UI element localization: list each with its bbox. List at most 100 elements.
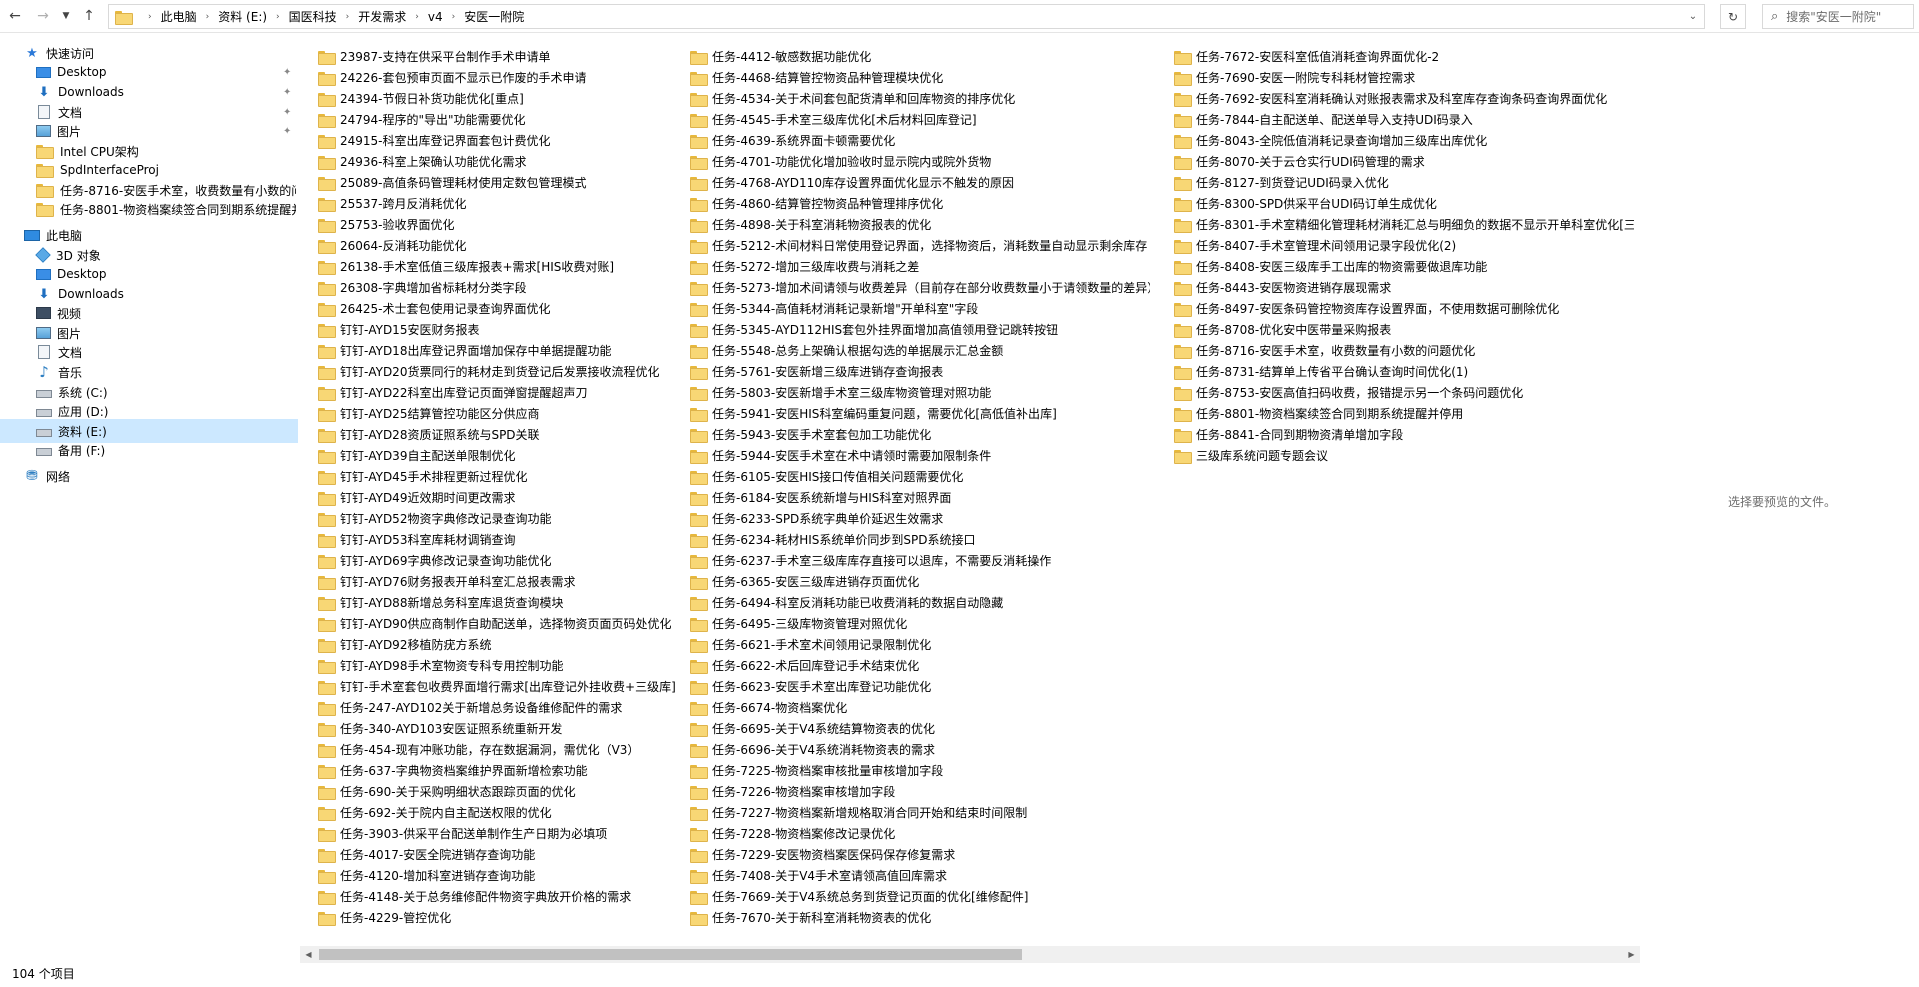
folder-item[interactable]: 三级库系统问题专题会议 xyxy=(1174,445,1328,466)
folder-item[interactable]: 任务-5212-术间材料日常使用登记界面，选择物资后，消耗数量自动显示剩余库存 xyxy=(690,235,1147,256)
folder-item[interactable]: 26425-术士套包使用记录查询界面优化 xyxy=(318,298,551,319)
folder-item[interactable]: 钉钉-AYD69字典修改记录查询功能优化 xyxy=(318,550,551,571)
folder-item[interactable]: 任务-8731-结算单上传省平台确认查询时间优化(1) xyxy=(1174,361,1468,382)
folder-item[interactable]: 25089-高值条码管理耗材使用定数包管理模式 xyxy=(318,172,587,193)
folder-item[interactable]: 钉钉-AYD98手术室物资专科专用控制功能 xyxy=(318,655,563,676)
address-bar[interactable]: › 此电脑 › 资料 (E:) › 国医科技 › 开发需求 › v4 › 安医一附院 ⌄ xyxy=(108,4,1705,29)
folder-item[interactable]: 任务-5944-安医手术室在术中请领时需要加限制条件 xyxy=(690,445,991,466)
folder-item[interactable]: 任务-8497-安医条码管控物资库存设置界面，不使用数据可删除优化 xyxy=(1174,298,1559,319)
folder-item[interactable]: 25537-跨月反消耗优化 xyxy=(318,193,467,214)
folder-item[interactable]: 26138-手术室低值三级库报表+需求[HIS收费对账] xyxy=(318,256,614,277)
folder-item[interactable]: 任务-4468-结算管控物资品种管理模块优化 xyxy=(690,67,943,88)
folder-item[interactable]: 任务-6696-关于V4系统消耗物资表的需求 xyxy=(690,739,935,760)
folder-item[interactable]: 任务-8841-合同到期物资清单增加字段 xyxy=(1174,424,1403,445)
folder-item[interactable]: 任务-4229-管控优化 xyxy=(318,907,451,928)
folder-item[interactable]: 任务-454-现有冲账功能，存在数据漏洞，需优化（V3） xyxy=(318,739,639,760)
breadcrumb-item[interactable]: 安医一附院 xyxy=(464,8,524,25)
sidebar-item[interactable]: 备用 (F:) xyxy=(0,438,298,462)
folder-item[interactable]: 钉钉-手术室套包收费界面增行需求[出库登记外挂收费+三级库] xyxy=(318,676,676,697)
folder-item[interactable]: 钉钉-AYD92移植防疣方系统 xyxy=(318,634,491,655)
folder-item[interactable]: 任务-6237-手术室三级库库存直接可以退库，不需要反消耗操作 xyxy=(690,550,1051,571)
folder-item[interactable]: 任务-6622-术后回库登记手术结束优化 xyxy=(690,655,919,676)
folder-item[interactable]: 任务-247-AYD102关于新增总务设备维修配件的需求 xyxy=(318,697,622,718)
folder-item[interactable]: 任务-690-关于采购明细状态跟踪页面的优化 xyxy=(318,781,576,802)
folder-item[interactable]: 钉钉-AYD20货票同行的耗材走到货登记后发票接收流程优化 xyxy=(318,361,659,382)
folder-item[interactable]: 任务-8443-安医物资进销存展现需求 xyxy=(1174,277,1391,298)
folder-item[interactable]: 任务-4017-安医全院进销存查询功能 xyxy=(318,844,535,865)
folder-item[interactable]: 26064-反消耗功能优化 xyxy=(318,235,467,256)
folder-item[interactable]: 任务-4148-关于总务维修配件物资字典放开价格的需求 xyxy=(318,886,631,907)
folder-item[interactable]: 任务-7692-安医科室消耗确认对账报表需求及科室库存查询条码查询界面优化 xyxy=(1174,88,1607,109)
folder-item[interactable]: 任务-6674-物资档案优化 xyxy=(690,697,847,718)
folder-item[interactable]: 任务-4860-结算管控物资品种管理排序优化 xyxy=(690,193,943,214)
folder-item[interactable]: 任务-637-字典物资档案维护界面新增检索功能 xyxy=(318,760,588,781)
folder-item[interactable]: 任务-6495-三级库物资管理对照优化 xyxy=(690,613,907,634)
folder-item[interactable]: 钉钉-AYD39自主配送单限制优化 xyxy=(318,445,515,466)
folder-item[interactable]: 任务-3903-供采平台配送单制作生产日期为必填项 xyxy=(318,823,607,844)
refresh-button[interactable]: ↻ xyxy=(1720,4,1746,29)
folder-item[interactable]: 任务-7408-关于V4手术室请领高值回库需求 xyxy=(690,865,947,886)
folder-item[interactable]: 任务-5548-总务上架确认根据勾选的单据展示汇总金额 xyxy=(690,340,1003,361)
folder-item[interactable]: 任务-6621-手术室术间领用记录限制优化 xyxy=(690,634,931,655)
folder-item[interactable]: 任务-7225-物资档案审核批量审核增加字段 xyxy=(690,760,943,781)
folder-item[interactable]: 任务-5941-安医HIS科室编码重复问题，需要优化[高低值补出库] xyxy=(690,403,1057,424)
folder-item[interactable]: 任务-4534-关于术间套包配货清单和回库物资的排序优化 xyxy=(690,88,1015,109)
folder-item[interactable]: 任务-4639-系统界面卡顿需要优化 xyxy=(690,130,895,151)
folder-item[interactable]: 任务-5943-安医手术室套包加工功能优化 xyxy=(690,424,931,445)
folder-item[interactable]: 任务-4898-关于科室消耗物资报表的优化 xyxy=(690,214,931,235)
folder-item[interactable]: 任务-8408-安医三级库手工出库的物资需要做退库功能 xyxy=(1174,256,1487,277)
folder-item[interactable]: 钉钉-AYD88新增总务科室库退货查询模块 xyxy=(318,592,563,613)
folder-item[interactable]: 23987-支持在供采平台制作手术申请单 xyxy=(318,46,551,67)
folder-item[interactable]: 任务-5344-高值耗材消耗记录新增"开单科室"字段 xyxy=(690,298,978,319)
folder-item[interactable]: 任务-8753-安医高值扫码收费，报错提示另一个条码问题优化 xyxy=(1174,382,1523,403)
folder-item[interactable]: 任务-6623-安医手术室出库登记功能优化 xyxy=(690,676,931,697)
folder-item[interactable]: 钉钉-AYD18出库登记界面增加保存中单据提醒功能 xyxy=(318,340,611,361)
folder-item[interactable]: 任务-6105-安医HIS接口传值相关问题需要优化 xyxy=(690,466,963,487)
folder-item[interactable]: 任务-7690-安医一附院专科耗材管控需求 xyxy=(1174,67,1415,88)
chevron-right-icon[interactable]: › xyxy=(346,12,350,22)
breadcrumb-item[interactable]: 此电脑 xyxy=(161,8,197,25)
folder-item[interactable]: 钉钉-AYD90供应商制作自助配送单，选择物资页面页码处优化 xyxy=(318,613,671,634)
chevron-right-icon[interactable]: › xyxy=(148,12,152,22)
folder-item[interactable]: 任务-6233-SPD系统字典单价延迟生效需求 xyxy=(690,508,943,529)
folder-item[interactable]: 任务-7226-物资档案审核增加字段 xyxy=(690,781,895,802)
folder-item[interactable]: 任务-5272-增加三级库收费与消耗之差 xyxy=(690,256,919,277)
folder-item[interactable]: 任务-8300-SPD供采平台UDI码订单生成优化 xyxy=(1174,193,1437,214)
folder-item[interactable]: 任务-5803-安医新增手术室三级库物资管理对照功能 xyxy=(690,382,991,403)
folder-item[interactable]: 钉钉-AYD52物资字典修改记录查询功能 xyxy=(318,508,551,529)
folder-item[interactable]: 任务-6234-耗材HIS系统单价同步到SPD系统接口 xyxy=(690,529,975,550)
folder-item[interactable]: 钉钉-AYD45手术排程更新过程优化 xyxy=(318,466,527,487)
folder-item[interactable]: 任务-8301-手术室精细化管理耗材消耗汇总与明细负的数据不显示开单科室优化[三… xyxy=(1174,214,1634,235)
folder-item[interactable]: 26308-字典增加省标耗材分类字段 xyxy=(318,277,527,298)
folder-item[interactable]: 任务-8070-关于云仓实行UDI码管理的需求 xyxy=(1174,151,1425,172)
folder-item[interactable]: 任务-4545-手术室三级库优化[术后材料回库登记] xyxy=(690,109,977,130)
folder-item[interactable]: 钉钉-AYD15安医财务报表 xyxy=(318,319,479,340)
folder-item[interactable]: 24794-程序的"导出"功能需要优化 xyxy=(318,109,526,130)
folder-item[interactable]: 钉钉-AYD49近效期时间更改需求 xyxy=(318,487,515,508)
scrollbar-thumb[interactable] xyxy=(319,949,1022,960)
folder-item[interactable]: 24915-科室出库登记界面套包计费优化 xyxy=(318,130,551,151)
folder-item[interactable]: 任务-8716-安医手术室，收费数量有小数的问题优化 xyxy=(1174,340,1475,361)
folder-item[interactable]: 钉钉-AYD28资质证照系统与SPD关联 xyxy=(318,424,540,445)
chevron-right-icon[interactable]: › xyxy=(276,12,280,22)
up-button[interactable]: ↑ xyxy=(76,3,102,29)
folder-item[interactable]: 钉钉-AYD76财务报表开单科室汇总报表需求 xyxy=(318,571,575,592)
folder-item[interactable]: 24226-套包预审页面不显示已作废的手术申请 xyxy=(318,67,587,88)
folder-item[interactable]: 任务-8127-到货登记UDI码录入优化 xyxy=(1174,172,1389,193)
breadcrumb-item[interactable]: 国医科技 xyxy=(289,8,337,25)
breadcrumb-item[interactable]: 开发需求 xyxy=(358,8,406,25)
folder-item[interactable]: 钉钉-AYD25结算管控功能区分供应商 xyxy=(318,403,539,424)
folder-item[interactable]: 任务-6494-科室反消耗功能已收费消耗的数据自动隐藏 xyxy=(690,592,1003,613)
folder-item[interactable]: 任务-340-AYD103安医证照系统重新开发 xyxy=(318,718,562,739)
folder-item[interactable]: 任务-4412-敏感数据功能优化 xyxy=(690,46,871,67)
forward-button[interactable]: → xyxy=(30,3,56,29)
folder-item[interactable]: 任务-692-关于院内自主配送权限的优化 xyxy=(318,802,552,823)
recent-locations-button[interactable]: ▼ xyxy=(58,3,74,29)
folder-item[interactable]: 任务-4120-增加科室进销存查询功能 xyxy=(318,865,535,886)
folder-item[interactable]: 任务-4768-AYD110库存设置界面优化显示不触发的原因 xyxy=(690,172,1014,193)
folder-item[interactable]: 任务-7669-关于V4系统总务到货登记页面的优化[维修配件] xyxy=(690,886,1028,907)
search-box[interactable]: ⌕ xyxy=(1762,4,1914,29)
folder-item[interactable]: 钉钉-AYD22科室出库登记页面弹窗提醒超声刀 xyxy=(318,382,587,403)
folder-item[interactable]: 任务-6695-关于V4系统结算物资表的优化 xyxy=(690,718,935,739)
folder-item[interactable]: 任务-5761-安医新增三级库进销存查询报表 xyxy=(690,361,943,382)
